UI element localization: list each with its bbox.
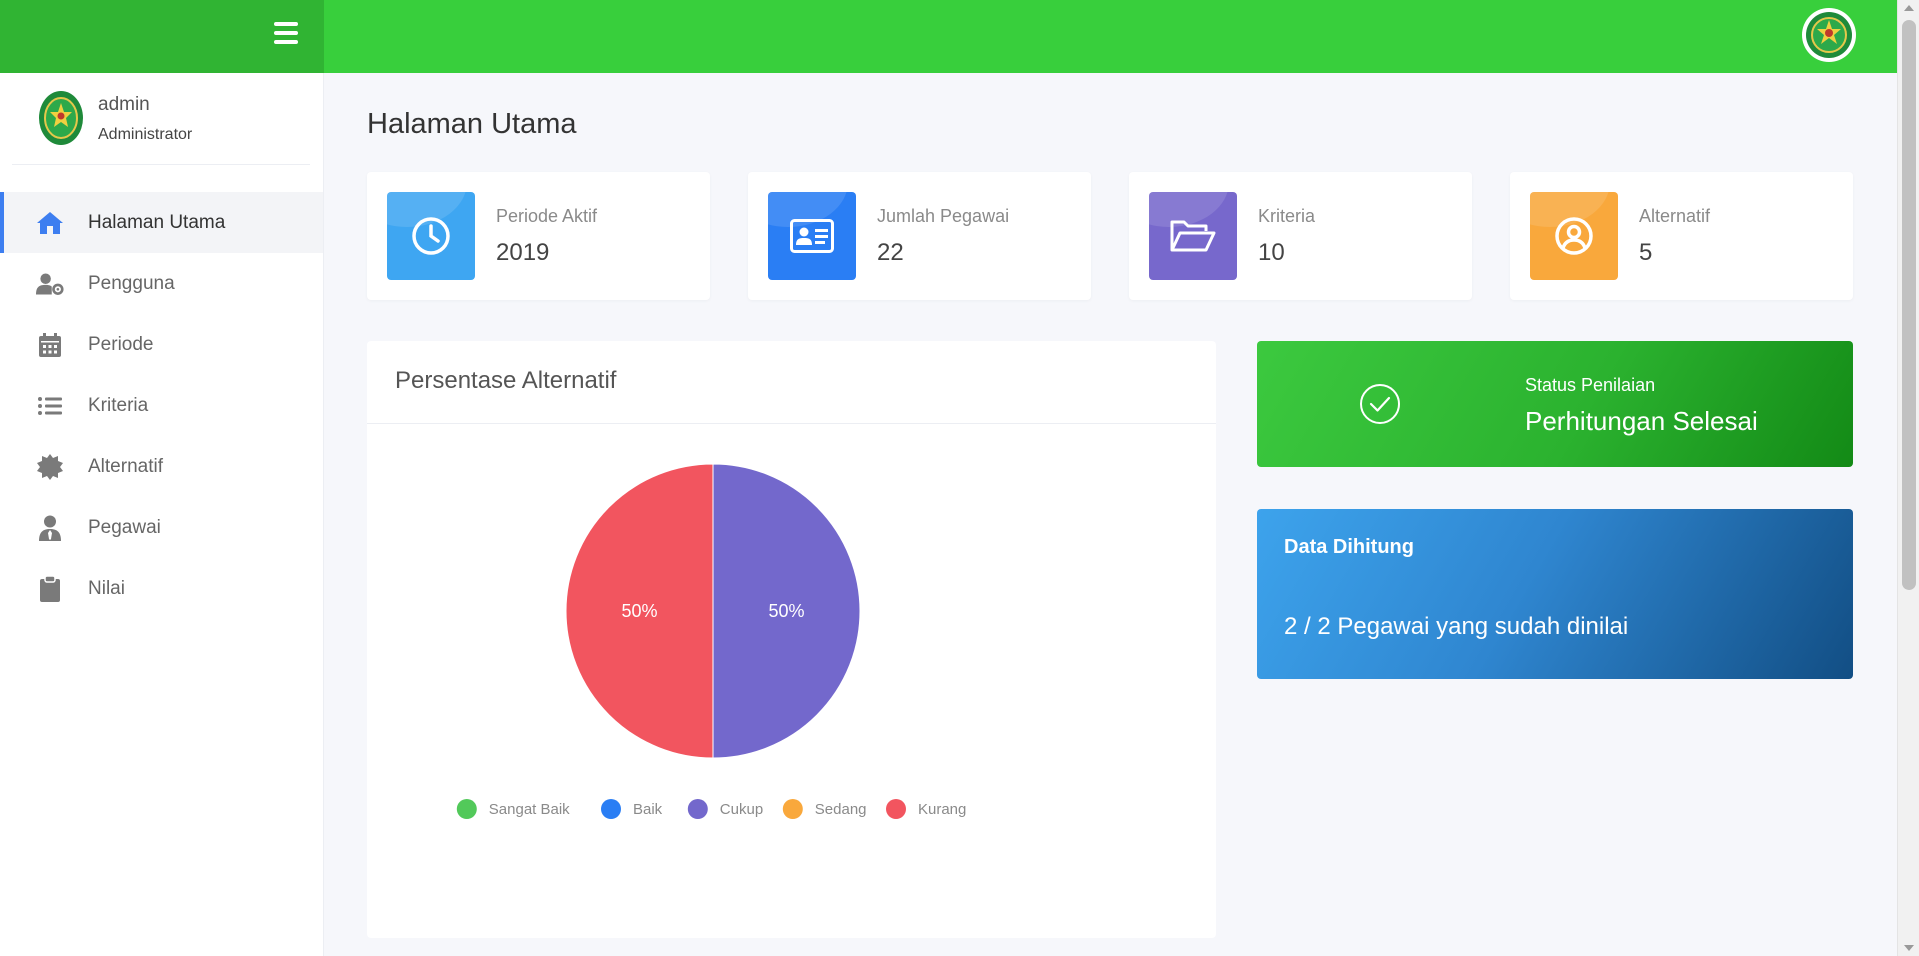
calendar-icon [36,331,64,359]
status-penilaian-card: Status Penilaian Perhitungan Selesai [1257,341,1853,467]
legend-item-baik[interactable]: Baik [601,799,663,819]
id-card-icon [768,192,856,280]
scroll-up-arrow-icon[interactable] [1904,5,1914,11]
home-icon [36,209,64,237]
scroll-down-arrow-icon[interactable] [1904,945,1914,951]
sidebar-item-alternatif[interactable]: Alternatif [0,436,323,497]
status-value: Perhitungan Selesai [1525,406,1758,436]
user-circle-icon [1530,192,1618,280]
pie-chart: 50% 50% Sangat Baik Baik Cukup Sedang Kurang [456,463,966,819]
scroll-thumb[interactable] [1902,20,1916,590]
stat-card-jumlah-pegawai: Jumlah Pegawai 22 [748,172,1091,300]
legend-label: Sedang [815,801,867,818]
stat-card-periode-aktif: Periode Aktif 2019 [367,172,710,300]
user-role: Administrator [98,126,193,143]
legend-swatch [687,799,708,819]
stat-value: 5 [1639,239,1653,266]
data-card-value: 2 / 2 Pegawai yang sudah dinilai [1284,613,1629,640]
chart-card: Persentase Alternatif 50% 50% Sangat Baik B… [367,341,1216,938]
sidebar-menu: Halaman Utama Pengguna Periode Kriteria … [0,192,323,619]
page-title: Halaman Utama [367,108,577,140]
legend-item-sedang[interactable]: Sedang [782,799,867,819]
page-scrollbar[interactable] [1897,0,1919,956]
stat-value: 2019 [496,239,550,266]
sidebar-item-label: Halaman Utama [88,211,226,233]
legend-label: Kurang [918,801,966,818]
sidebar-item-label: Periode [88,333,154,355]
user-tie-icon [36,514,64,542]
clock-icon [387,192,475,280]
chart-card-header: Persentase Alternatif [367,341,1216,424]
sidebar-item-label: Pengguna [88,272,175,294]
sidebar: admin Administrator Halaman Utama Penggu… [0,73,324,956]
legend-item-kurang[interactable]: Kurang [886,799,966,819]
stat-card-alternatif: Alternatif 5 [1510,172,1853,300]
pie-data-label: 50% [621,601,657,621]
legend-item-sangat-baik[interactable]: Sangat Baik [456,799,570,819]
chart-title: Persentase Alternatif [395,367,617,394]
user-name: admin [98,94,150,115]
court-emblem-icon [39,91,83,145]
sidebar-item-halaman-utama[interactable]: Halaman Utama [0,192,323,253]
sidebar-item-label: Pegawai [88,516,161,538]
data-card-title: Data Dihitung [1284,536,1414,558]
badge-icon [36,453,64,481]
hamburger-icon[interactable] [274,22,298,44]
stat-card-kriteria: Kriteria 10 [1129,172,1472,300]
clipboard-icon [36,575,64,603]
stat-label: Alternatif [1639,206,1711,226]
status-label: Status Penilaian [1525,375,1656,395]
stat-value: 22 [877,239,904,266]
top-navbar [0,0,1897,73]
legend-swatch [456,799,477,819]
check-circle-icon [1360,384,1400,424]
court-emblem-icon[interactable] [1801,7,1857,63]
stat-label: Kriteria [1258,206,1316,226]
user-panel: admin Administrator [12,73,310,165]
legend-swatch [886,799,906,819]
sidebar-item-label: Kriteria [88,394,149,416]
legend-label: Cukup [720,801,763,818]
legend-label: Baik [633,801,663,818]
pie-data-label: 50% [768,601,804,621]
legend-swatch [782,799,803,819]
stat-label: Jumlah Pegawai [877,206,1010,226]
sidebar-item-periode[interactable]: Periode [0,314,323,375]
sidebar-item-label: Alternatif [88,455,163,477]
legend-label: Sangat Baik [489,801,570,818]
navbar-brand-area [0,0,324,73]
sidebar-item-label: Nilai [88,577,125,599]
sidebar-item-pegawai[interactable]: Pegawai [0,497,323,558]
sidebar-item-nilai[interactable]: Nilai [0,558,323,619]
data-dihitung-card: Data Dihitung 2 / 2 Pegawai yang sudah d… [1257,509,1853,679]
user-gear-icon [36,270,64,298]
stat-value: 10 [1258,239,1285,266]
list-icon [36,392,64,420]
legend-swatch [601,799,621,819]
folder-open-icon [1149,192,1237,280]
stat-label: Periode Aktif [496,206,598,226]
sidebar-item-kriteria[interactable]: Kriteria [0,375,323,436]
sidebar-item-pengguna[interactable]: Pengguna [0,253,323,314]
legend-item-cukup[interactable]: Cukup [687,799,763,819]
